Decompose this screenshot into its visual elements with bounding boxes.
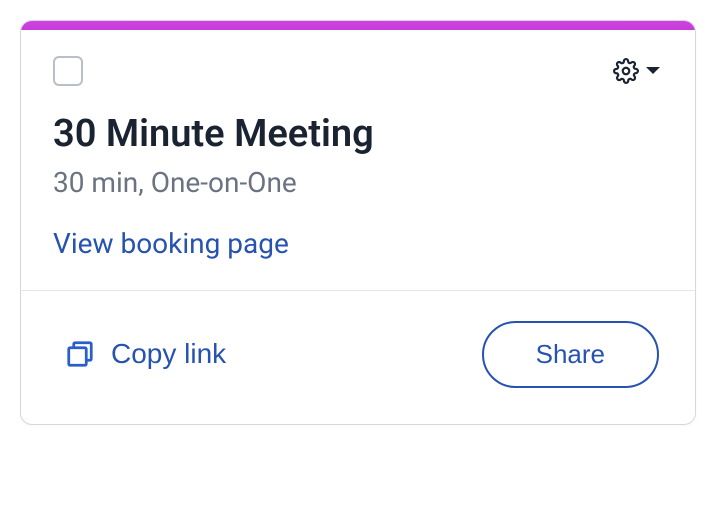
card-header <box>21 30 695 86</box>
meeting-subtitle: 30 min, One-on-One <box>53 166 663 199</box>
copy-link-label: Copy link <box>111 338 226 370</box>
card-body: 30 Minute Meeting 30 min, One-on-One Vie… <box>21 86 695 290</box>
gear-icon <box>613 58 639 84</box>
settings-dropdown-trigger[interactable] <box>611 56 663 86</box>
select-checkbox[interactable] <box>53 56 83 86</box>
copy-link-button[interactable]: Copy link <box>65 338 226 370</box>
copy-icon <box>65 339 95 369</box>
view-booking-link[interactable]: View booking page <box>53 227 289 260</box>
accent-bar <box>21 21 695 30</box>
meeting-title: 30 Minute Meeting <box>53 112 663 158</box>
chevron-down-icon <box>645 66 661 76</box>
meeting-card: 30 Minute Meeting 30 min, One-on-One Vie… <box>20 20 696 425</box>
card-footer: Copy link Share <box>21 291 695 424</box>
share-button[interactable]: Share <box>482 321 659 388</box>
